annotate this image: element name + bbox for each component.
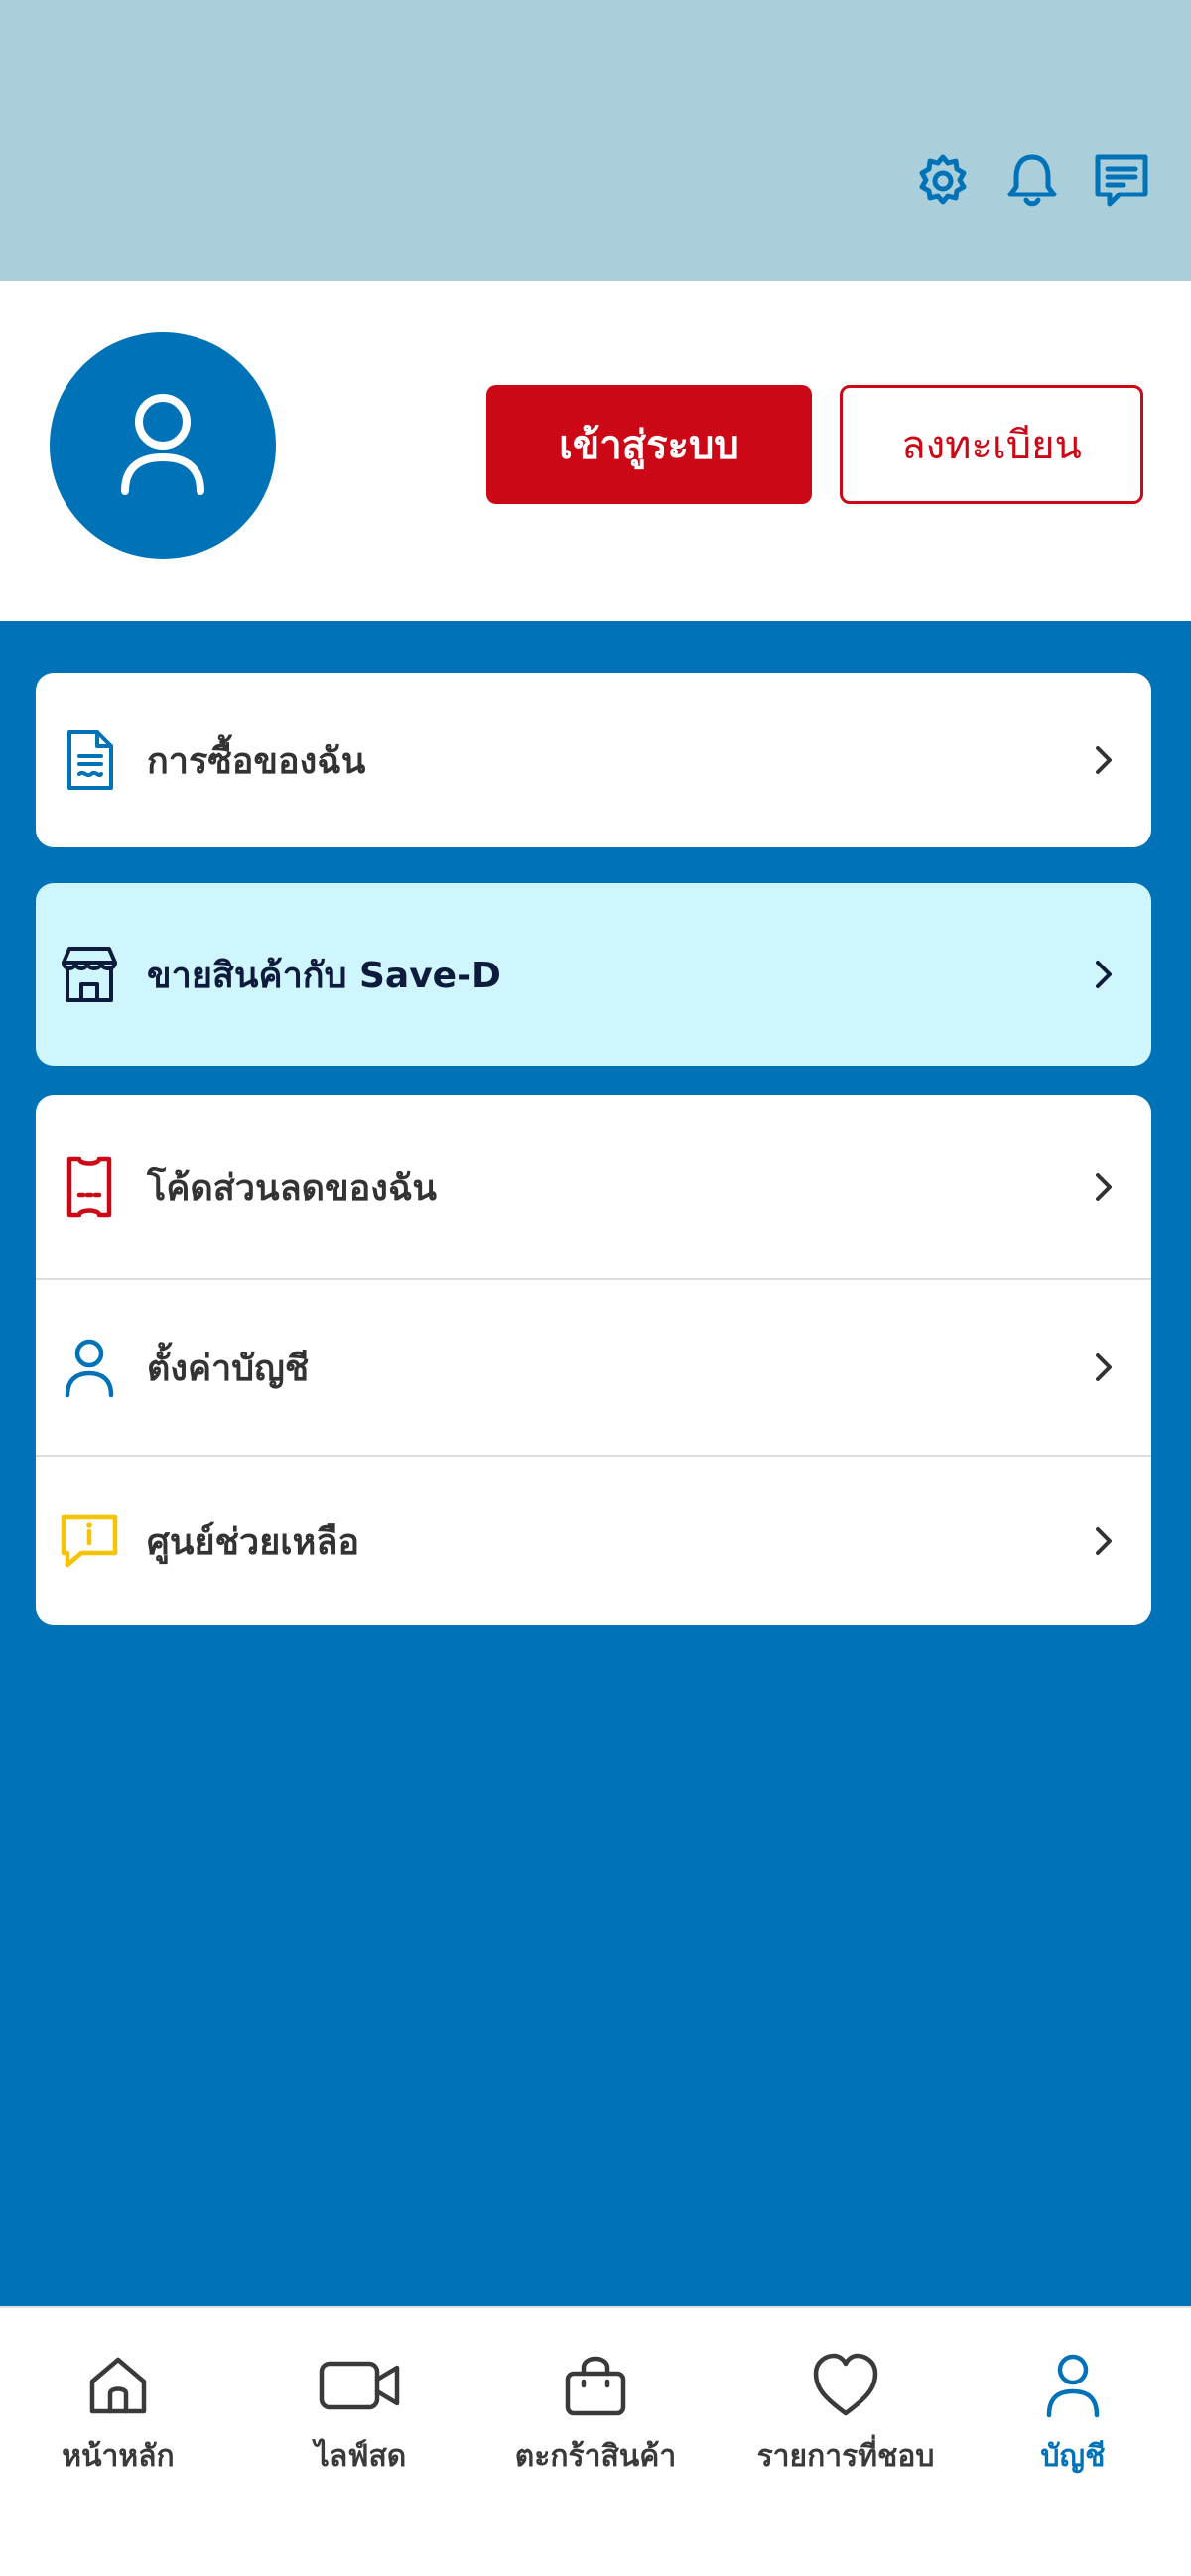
menu-item-account-settings[interactable]: ตั้งค่าบัญชี [36,1278,1151,1455]
menu-item-label: ตั้งค่าบัญชี [147,1348,310,1389]
document-icon [67,730,113,790]
heart-icon [813,2353,878,2416]
shopping-bag-icon [565,2356,626,2416]
profile-section: เข้าสู่ระบบ ลงทะเบียน [0,281,1191,621]
chevron-right-icon [1096,1527,1112,1555]
menu-item-my-vouchers[interactable]: โค้ดส่วนลดของฉัน [36,1095,1151,1278]
user-icon [1046,2354,1100,2418]
register-button[interactable]: ลงทะเบียน [840,385,1143,504]
nav-cart[interactable]: ตะกร้าสินค้า [486,2350,705,2480]
bell-icon[interactable] [1000,149,1064,212]
chevron-right-icon [1096,746,1112,774]
menu-item-my-purchases[interactable]: การซื้อของฉัน [36,673,1151,847]
ticket-icon [66,1156,112,1218]
chevron-right-icon [1096,1173,1112,1201]
sell-card: ขายสินค้ากับ Save-D [36,883,1151,1066]
user-icon [121,394,204,495]
top-header [0,0,1191,281]
nav-wishlist[interactable]: รายการที่ชอบ [736,2350,955,2480]
login-button[interactable]: เข้าสู่ระบบ [486,385,812,504]
nav-label: บัญชี [1040,2439,1106,2474]
info-chat-icon [61,1514,118,1568]
nav-label: ไลฟ์สด [314,2439,407,2474]
user-icon [65,1339,114,1398]
menu-item-label: โค้ดส่วนลดของฉัน [147,1167,437,1209]
header-actions [911,149,1153,212]
chevron-right-icon [1096,961,1112,988]
home-icon [89,2357,147,2414]
nav-label: ตะกร้าสินค้า [514,2439,677,2474]
nav-account[interactable]: บัญชี [964,2350,1182,2480]
purchases-card: การซื้อของฉัน [36,673,1151,847]
menu-item-label: ขายสินค้ากับ Save-D [147,955,501,996]
avatar[interactable] [50,332,276,559]
nav-live[interactable]: ไลฟ์สด [251,2350,469,2480]
nav-label: หน้าหลัก [62,2439,175,2474]
account-menu-area: การซื้อของฉัน ขายสินค้ากับ Save-D โค้ดส่… [0,621,1191,2306]
chevron-right-icon [1096,1353,1112,1381]
menu-item-label: การซื้อของฉัน [147,740,366,782]
store-icon [62,947,117,1002]
menu-item-label: ศูนย์ช่วยเหลือ [147,1521,360,1563]
video-camera-icon [319,2361,400,2410]
chat-message-icon[interactable] [1090,149,1153,212]
gear-icon[interactable] [911,149,975,212]
menu-item-help-center[interactable]: ศูนย์ช่วยเหลือ [36,1455,1151,1625]
nav-label: รายการที่ชอบ [756,2439,935,2474]
nav-home[interactable]: หน้าหลัก [9,2350,227,2480]
bottom-navigation: หน้าหลัก ไลฟ์สด ตะกร้าสินค้า รายการที่ชอ… [0,2306,1191,2576]
menu-item-sell-with-save-d[interactable]: ขายสินค้ากับ Save-D [36,883,1151,1066]
account-options-card: โค้ดส่วนลดของฉัน ตั้งค่าบัญชี ศูนย์ช่วยเ… [36,1095,1151,1625]
